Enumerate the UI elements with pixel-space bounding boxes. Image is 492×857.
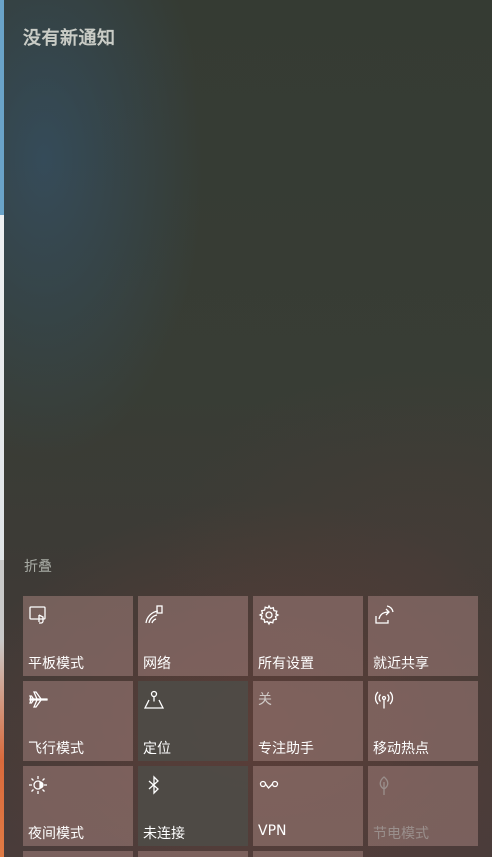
- bluetooth-icon: [143, 774, 165, 796]
- no-notifications-title: 没有新通知: [23, 28, 116, 49]
- tile-label: 就近共享: [373, 656, 429, 672]
- battery-saver-icon: [373, 774, 395, 796]
- tile-label: 所有设置: [258, 656, 314, 672]
- tile-label: 夜间模式: [28, 826, 84, 842]
- nearby-share-icon: [373, 604, 395, 626]
- tile-focus-assist[interactable]: 关 专注助手: [253, 681, 363, 761]
- tile-label: 网络: [143, 656, 171, 672]
- tile-label: 平板模式: [28, 656, 84, 672]
- night-light-icon: [28, 774, 50, 796]
- focus-assist-icon: 关: [258, 692, 272, 708]
- tile-bluetooth[interactable]: 未连接: [138, 766, 248, 846]
- tile-label: 专注助手: [258, 741, 314, 757]
- hotspot-icon: [373, 689, 395, 711]
- airplane-icon: [28, 689, 50, 711]
- tile-label: 移动热点: [373, 741, 429, 757]
- tile-all-settings[interactable]: 所有设置: [253, 596, 363, 676]
- tile-vpn[interactable]: VPN: [253, 766, 363, 846]
- tile-partial[interactable]: [138, 851, 248, 857]
- tile-label: 未连接: [143, 826, 185, 842]
- tablet-mode-icon: [28, 604, 50, 626]
- location-icon: [143, 689, 165, 711]
- tile-mobile-hotspot[interactable]: 移动热点: [368, 681, 478, 761]
- tile-location[interactable]: 定位: [138, 681, 248, 761]
- tile-tablet-mode[interactable]: 平板模式: [23, 596, 133, 676]
- tile-nearby-share[interactable]: 就近共享: [368, 596, 478, 676]
- action-center-panel: 没有新通知 折叠 平板模式 网络 所有设置 就近共享 飞行模式 定位 关 专注助…: [4, 0, 492, 857]
- tile-label: VPN: [258, 823, 287, 839]
- tile-label: 定位: [143, 741, 171, 757]
- network-icon: [143, 604, 165, 626]
- tile-airplane-mode[interactable]: 飞行模式: [23, 681, 133, 761]
- vpn-icon: [258, 774, 280, 796]
- tile-label: 节电模式: [373, 826, 429, 842]
- tile-partial[interactable]: [253, 851, 363, 857]
- gear-icon: [258, 604, 280, 626]
- collapse-link[interactable]: 折叠: [24, 556, 52, 576]
- tile-night-light[interactable]: 夜间模式: [23, 766, 133, 846]
- tile-network[interactable]: 网络: [138, 596, 248, 676]
- tile-partial[interactable]: [23, 851, 133, 857]
- tile-battery-saver[interactable]: 节电模式: [368, 766, 478, 846]
- tile-label: 飞行模式: [28, 741, 84, 757]
